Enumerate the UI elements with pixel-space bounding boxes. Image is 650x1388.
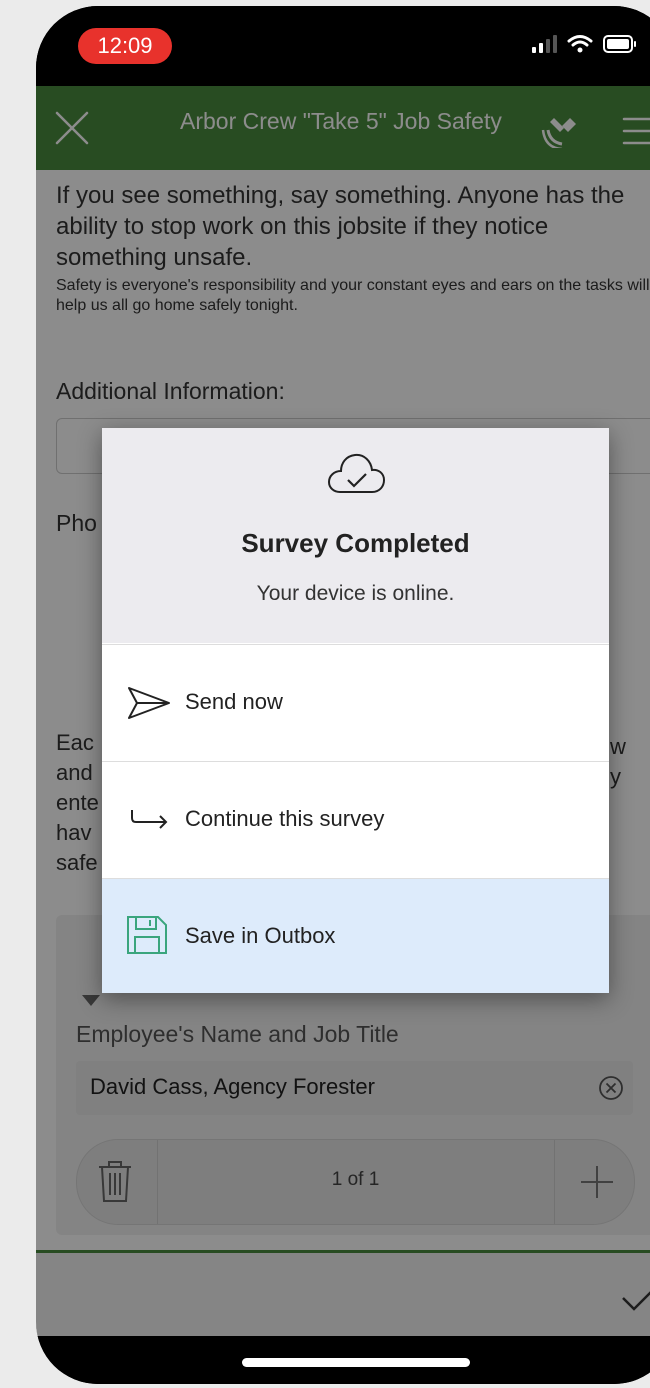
save-in-outbox-button[interactable]: Save in Outbox bbox=[102, 878, 609, 993]
battery-icon bbox=[603, 35, 636, 53]
status-icons bbox=[532, 34, 637, 54]
continue-survey-button[interactable]: Continue this survey bbox=[102, 761, 609, 878]
home-indicator[interactable] bbox=[242, 1358, 470, 1367]
send-now-label: Send now bbox=[185, 689, 283, 714]
survey-completed-dialog: Survey Completed Your device is online. … bbox=[102, 428, 609, 993]
signal-icon bbox=[532, 35, 557, 53]
continue-arrow-icon bbox=[131, 810, 168, 829]
continue-survey-label: Continue this survey bbox=[185, 806, 385, 831]
status-bar: 12:09 bbox=[36, 6, 650, 86]
dialog-subtitle: Your device is online. bbox=[256, 582, 455, 605]
cloud-check-icon bbox=[327, 453, 386, 493]
save-in-outbox-label: Save in Outbox bbox=[185, 923, 336, 948]
send-now-button[interactable]: Send now bbox=[102, 644, 609, 761]
dialog-title: Survey Completed bbox=[241, 528, 470, 558]
save-icon bbox=[127, 916, 167, 954]
dialog-header: Survey Completed Your device is online. bbox=[102, 428, 609, 643]
status-time: 12:09 bbox=[78, 28, 172, 64]
home-bar bbox=[36, 1336, 650, 1384]
send-icon bbox=[128, 687, 170, 719]
wifi-icon bbox=[567, 35, 593, 53]
